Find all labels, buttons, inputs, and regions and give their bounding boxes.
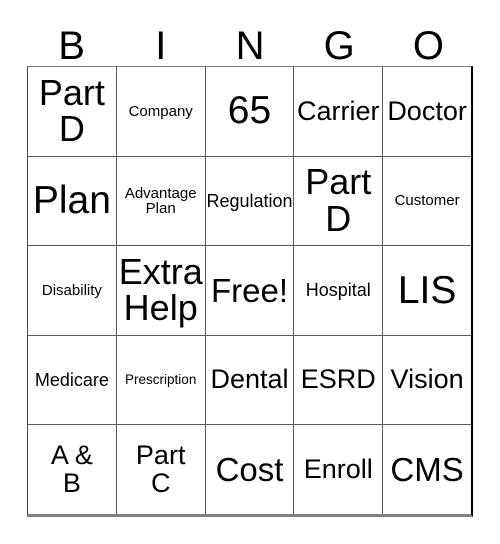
- bingo-row: Plan Advantage Plan Regulation Part D Cu…: [28, 155, 471, 246]
- bingo-row: Disability Extra Help Free! Hospital LIS: [28, 245, 471, 335]
- bingo-cell-label: Dental: [210, 364, 289, 395]
- bingo-cell-label: Medicare: [34, 369, 109, 390]
- bingo-cell[interactable]: Customer: [382, 156, 471, 246]
- bingo-cell-label: Carrier: [297, 95, 380, 126]
- bingo-cell-label: Regulation: [206, 190, 293, 211]
- bingo-cell-label: Part D: [38, 71, 105, 150]
- bingo-row: A & B Part C Cost Enroll CMS: [28, 424, 471, 514]
- bingo-row: Medicare Prescription Dental ESRD Vision: [28, 334, 471, 425]
- bingo-cell-label: Extra Help: [118, 250, 203, 329]
- bingo-cell[interactable]: Medicare: [28, 336, 116, 425]
- bingo-cell-label: Cost: [215, 450, 284, 488]
- bingo-cell[interactable]: Advantage Plan: [115, 156, 205, 246]
- bingo-cell-label: Enroll: [303, 453, 373, 484]
- bingo-cell-label: ESRD: [300, 364, 376, 395]
- bingo-cell[interactable]: 65: [204, 67, 294, 156]
- bingo-card: B I N G O Part D Company 65 Carrier Doct…: [0, 0, 500, 544]
- bingo-cell[interactable]: Vision: [382, 335, 471, 425]
- bingo-cell-label: Company: [128, 102, 193, 120]
- bingo-cell-label: Disability: [41, 281, 102, 299]
- bingo-cell-label: Plan: [32, 179, 111, 222]
- bingo-cell[interactable]: Doctor: [382, 67, 471, 156]
- bingo-cell[interactable]: Company: [115, 67, 205, 156]
- bingo-cell[interactable]: Cost: [204, 425, 294, 514]
- bingo-cell[interactable]: Hospital: [293, 246, 382, 335]
- header-letter-g: G: [323, 24, 355, 68]
- bingo-cell[interactable]: Extra Help: [115, 246, 205, 335]
- bingo-cell[interactable]: CMS: [382, 425, 471, 514]
- bingo-cell-label: Vision: [390, 364, 464, 395]
- bingo-row: Part D Company 65 Carrier Doctor: [28, 67, 471, 156]
- bingo-cell[interactable]: Disability: [28, 246, 116, 335]
- bingo-cell[interactable]: Part C: [115, 425, 205, 514]
- bingo-cell-label: 65: [227, 89, 272, 133]
- bingo-cell-label: CMS: [390, 450, 464, 488]
- bingo-cell-label: Customer: [394, 192, 460, 210]
- bingo-cell[interactable]: ESRD: [293, 335, 382, 425]
- bingo-cell-label: Advantage Plan: [124, 184, 197, 217]
- bingo-cell[interactable]: Enroll: [293, 425, 382, 514]
- header-letter-o: O: [412, 24, 444, 68]
- free-space-label: Free!: [210, 271, 288, 309]
- bingo-cell-label: Hospital: [305, 280, 371, 301]
- bingo-cell[interactable]: LIS: [382, 246, 471, 335]
- bingo-cell-label: Prescription: [125, 372, 197, 388]
- header-letter-b: B: [58, 24, 85, 68]
- bingo-cell-label: Part D: [305, 161, 372, 239]
- bingo-grid: Part D Company 65 Carrier Doctor Plan Ad…: [27, 66, 473, 517]
- bingo-cell-label: A & B: [50, 440, 93, 498]
- bingo-cell[interactable]: Dental: [204, 335, 294, 425]
- bingo-cell[interactable]: Part D: [28, 67, 116, 156]
- bingo-cell-free-space[interactable]: Free!: [204, 246, 294, 335]
- header-letter-i: I: [155, 24, 167, 68]
- bingo-cell-label: Doctor: [387, 95, 467, 126]
- header-letter-n: N: [235, 24, 265, 68]
- bingo-cell[interactable]: Carrier: [293, 67, 382, 156]
- bingo-cell[interactable]: A & B: [28, 425, 116, 514]
- bingo-header-row: B I N G O: [27, 14, 473, 66]
- bingo-cell[interactable]: Plan: [28, 157, 116, 246]
- bingo-cell-label: LIS: [397, 268, 457, 312]
- bingo-cell[interactable]: Regulation: [204, 156, 294, 246]
- bingo-cell-label: Part C: [135, 440, 186, 498]
- bingo-cell[interactable]: Part D: [293, 156, 382, 246]
- bingo-cell[interactable]: Prescription: [115, 335, 205, 425]
